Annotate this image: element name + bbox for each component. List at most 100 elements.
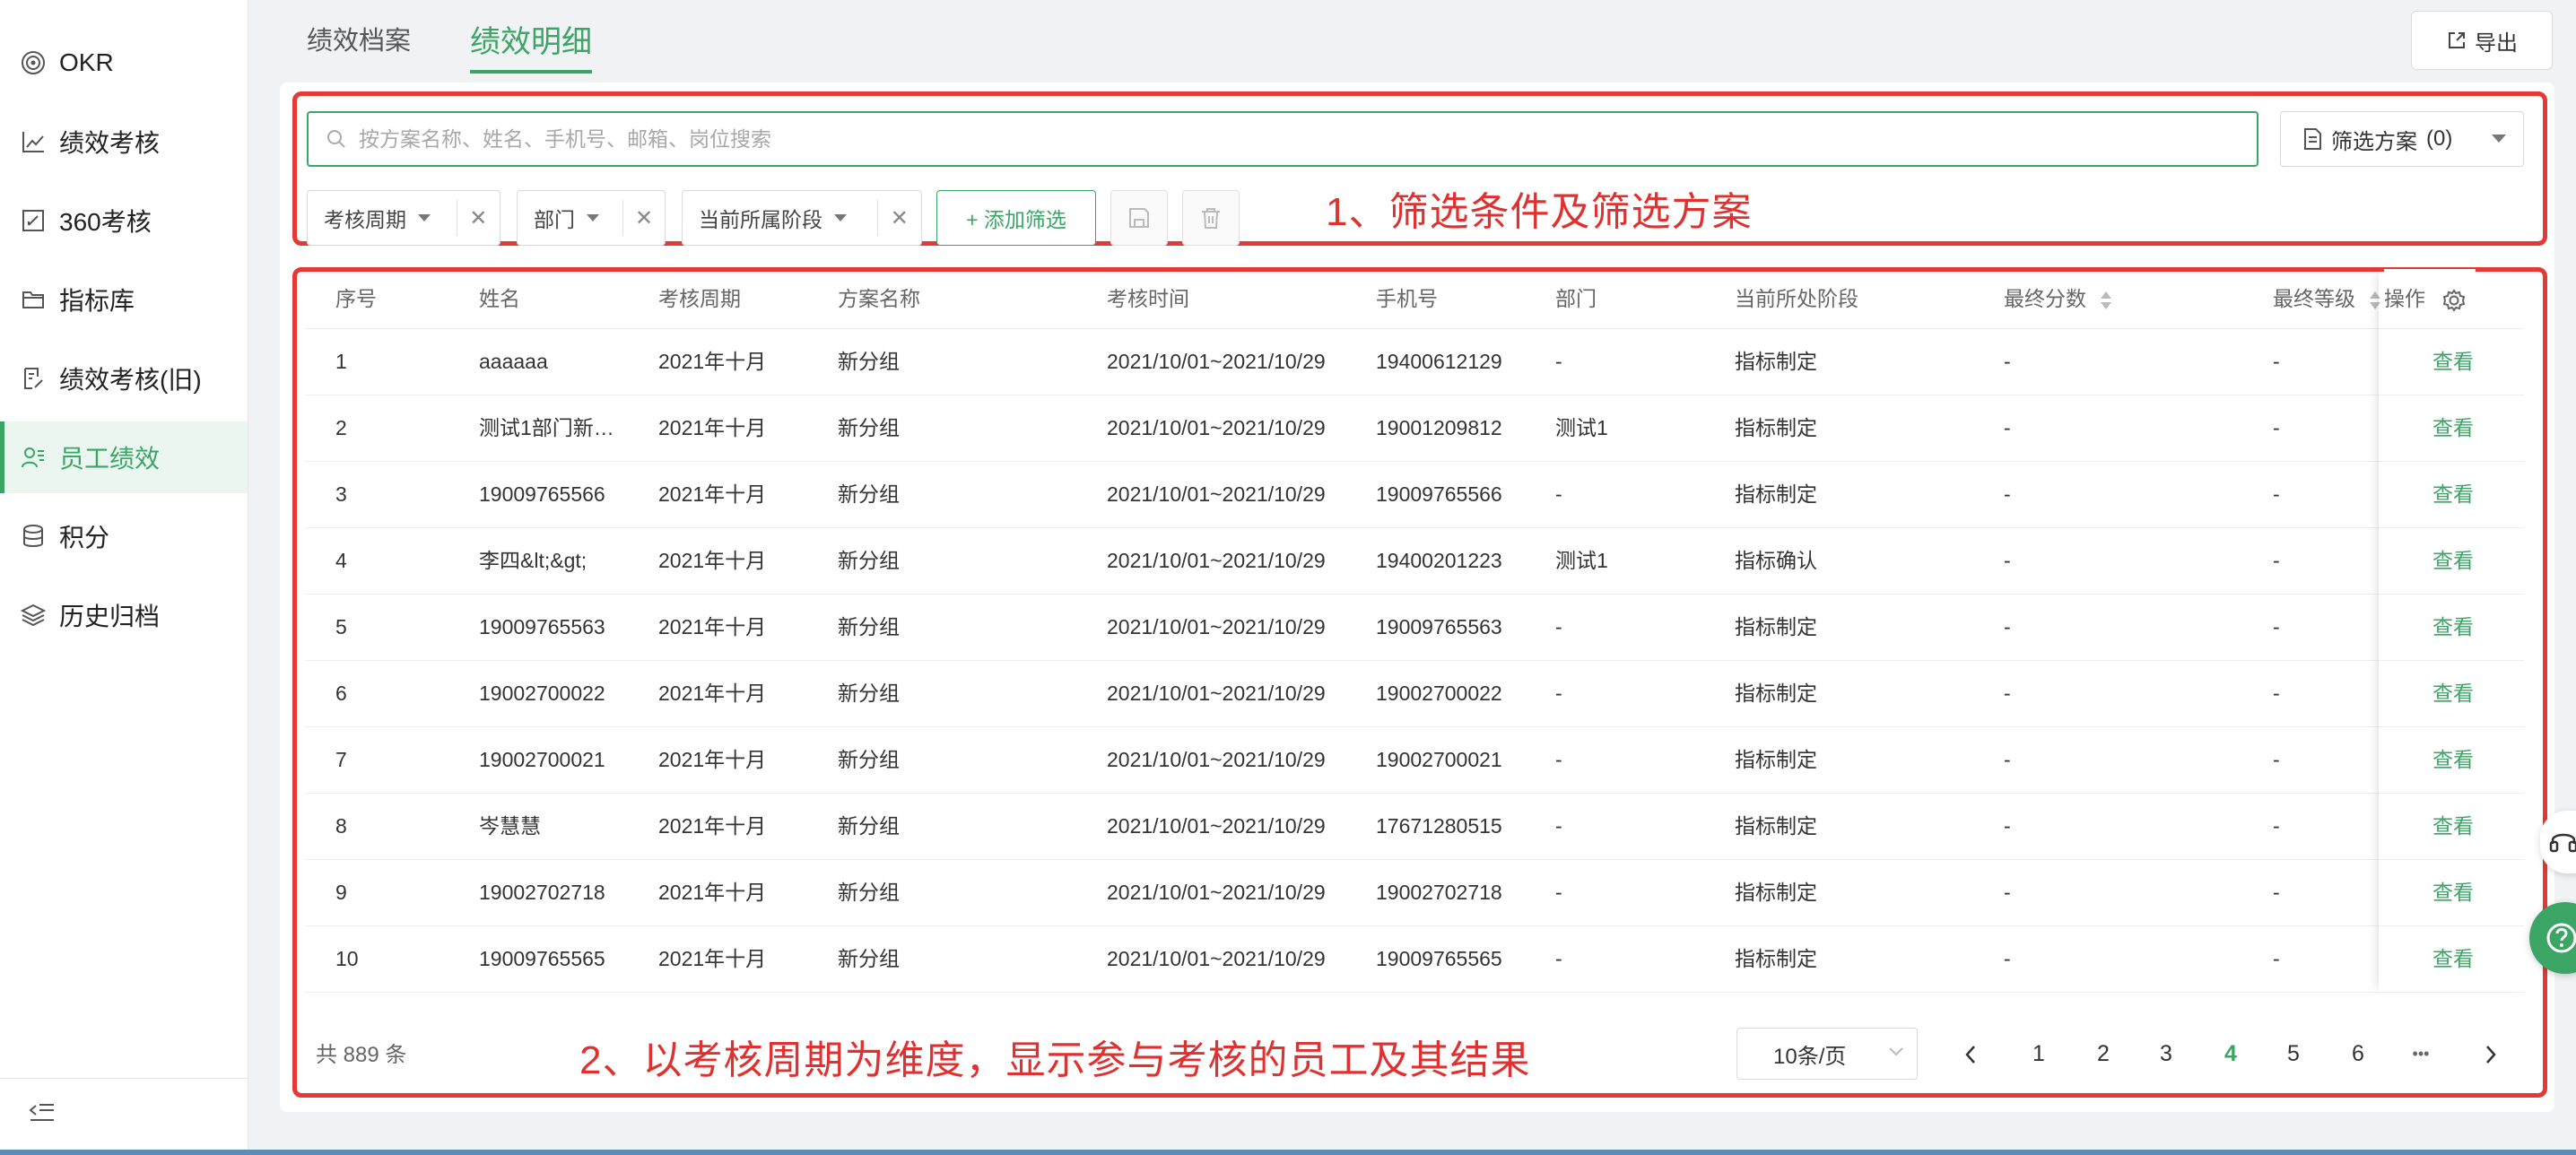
annotation-note-table: 2、以考核周期为维度，显示参与考核的员工及其结果 xyxy=(579,1038,1531,1082)
next-page-button[interactable] xyxy=(2467,1029,2515,1078)
filter-chip-stage: 当前所属阶段 ✕ xyxy=(682,190,922,246)
sidebar-item-points[interactable]: 积分 xyxy=(0,500,248,572)
cell-plan: 新分组 xyxy=(838,881,900,904)
cell-plan: 新分组 xyxy=(838,350,900,373)
remove-filter-button[interactable]: ✕ xyxy=(623,205,665,231)
search-input[interactable] xyxy=(357,126,2154,152)
cell-phone: 19001209812 xyxy=(1376,416,1502,439)
page-5-button[interactable]: 5 xyxy=(2269,1029,2318,1078)
view-link[interactable]: 查看 xyxy=(2432,859,2504,925)
remove-filter-button[interactable]: ✕ xyxy=(878,205,921,231)
export-button[interactable]: 导出 xyxy=(2411,11,2553,70)
cell-dept: - xyxy=(1555,814,1562,838)
annotation-note-filters: 1、筛选条件及筛选方案 xyxy=(1326,190,1753,234)
cell-cycle: 2021年十月 xyxy=(658,482,767,506)
page-6-button[interactable]: 6 xyxy=(2334,1029,2382,1078)
cell-score: - xyxy=(2004,350,2011,373)
view-link[interactable]: 查看 xyxy=(2432,395,2504,461)
sidebar-item-employee-performance[interactable]: 员工绩效 xyxy=(0,421,248,493)
cell-dept: 测试1 xyxy=(1555,416,1608,439)
view-link[interactable]: 查看 xyxy=(2432,328,2504,395)
column-header-score[interactable]: 最终分数 xyxy=(2004,269,2113,328)
cell-time: 2021/10/01~2021/10/29 xyxy=(1107,549,1326,572)
table-row: 7 19002700021 2021年十月 新分组 2021/10/01~2021/10… xyxy=(305,726,2524,794)
view-link[interactable]: 查看 xyxy=(2432,925,2504,992)
page-1-button[interactable]: 1 xyxy=(2015,1029,2063,1078)
tab-performance-archive[interactable]: 绩效档案 xyxy=(307,20,411,74)
cell-phone: 19002700022 xyxy=(1376,682,1502,705)
sort-icon xyxy=(2101,291,2112,309)
column-header-grade[interactable]: 最终等级 xyxy=(2273,269,2382,328)
cell-grade: - xyxy=(2273,947,2280,970)
view-link[interactable]: 查看 xyxy=(2432,726,2504,793)
cell-stage: 指标制定 xyxy=(1735,682,1817,705)
view-link[interactable]: 查看 xyxy=(2432,793,2504,859)
sidebar-item-performance[interactable]: 绩效考核 xyxy=(0,106,248,178)
cell-phone: 19400201223 xyxy=(1376,549,1502,572)
column-header-label: 最终等级 xyxy=(2273,287,2355,310)
page-size-select[interactable]: 10条/页 xyxy=(1736,1028,1918,1080)
view-link[interactable]: 查看 xyxy=(2432,461,2504,527)
page-3-button[interactable]: 3 xyxy=(2142,1029,2190,1078)
cell-score: - xyxy=(2004,682,2011,705)
delete-filter-button[interactable] xyxy=(1182,190,1240,246)
sidebar-item-360[interactable]: 360考核 xyxy=(0,185,248,256)
filter-chip-dropdown[interactable]: 考核周期 xyxy=(308,191,457,245)
cell-plan: 新分组 xyxy=(838,947,900,970)
page-2-button[interactable]: 2 xyxy=(2079,1029,2128,1078)
document-icon xyxy=(2304,128,2321,150)
cell-stage: 指标制定 xyxy=(1735,350,1817,373)
add-filter-button[interactable]: + 添加筛选 xyxy=(936,190,1096,246)
collapse-menu-icon[interactable] xyxy=(27,1102,57,1132)
cell-cycle: 2021年十月 xyxy=(658,881,767,904)
caret-down-icon xyxy=(834,214,847,221)
remove-filter-button[interactable]: ✕ xyxy=(457,205,500,231)
prev-page-button[interactable] xyxy=(1946,1029,1995,1078)
filter-chip-dropdown[interactable]: 部门 xyxy=(518,191,622,245)
table-row: 3 19009765566 2021年十月 新分组 2021/10/01~2021/10… xyxy=(305,461,2524,528)
cell-dept: 测试1 xyxy=(1555,549,1608,572)
gear-icon[interactable] xyxy=(2441,288,2467,313)
cell-time: 2021/10/01~2021/10/29 xyxy=(1107,682,1326,705)
view-link[interactable]: 查看 xyxy=(2432,660,2504,726)
table-row: 5 19009765563 2021年十月 新分组 2021/10/01~2021/10… xyxy=(305,594,2524,661)
sidebar-footer xyxy=(0,1078,248,1155)
column-header-plan: 方案名称 xyxy=(838,287,920,310)
sidebar-item-performance-old[interactable]: 绩效考核(旧) xyxy=(0,343,248,414)
sidebar-item-okr[interactable]: OKR xyxy=(0,27,248,99)
cell-name: 19009765566 xyxy=(479,482,605,506)
save-filter-button[interactable] xyxy=(1110,190,1168,246)
cell-plan: 新分组 xyxy=(838,416,900,439)
chevron-right-icon xyxy=(2486,1046,2496,1064)
chevron-down-icon xyxy=(1889,1047,1903,1056)
cell-phone: 19002702718 xyxy=(1376,881,1502,904)
sidebar-item-history-archive[interactable]: 历史归档 xyxy=(0,579,248,651)
cell-dept: - xyxy=(1555,748,1562,771)
cell-stage: 指标制定 xyxy=(1735,814,1817,838)
cell-stage: 指标制定 xyxy=(1735,416,1817,439)
view-link[interactable]: 查看 xyxy=(2432,527,2504,594)
cell-seq: 9 xyxy=(335,881,347,904)
filter-chip-label: 考核周期 xyxy=(324,208,406,231)
cell-score: - xyxy=(2004,881,2011,904)
cell-grade: - xyxy=(2273,615,2280,638)
sidebar-item-indicator-library[interactable]: 指标库 xyxy=(0,264,248,335)
document-edit-icon xyxy=(20,365,47,392)
column-header-cycle: 考核周期 xyxy=(658,287,741,310)
column-header-seq: 序号 xyxy=(335,287,377,310)
column-header-label: 最终分数 xyxy=(2004,287,2086,310)
view-link[interactable]: 查看 xyxy=(2432,594,2504,660)
page-4-button[interactable]: 4 xyxy=(2206,1029,2255,1078)
sidebar-item-label: 积分 xyxy=(59,524,110,551)
caret-down-icon xyxy=(2492,135,2506,143)
tab-performance-detail[interactable]: 绩效明细 xyxy=(470,17,593,74)
cell-time: 2021/10/01~2021/10/29 xyxy=(1107,615,1326,638)
cell-cycle: 2021年十月 xyxy=(658,682,767,705)
page-ellipsis-button[interactable]: ••• xyxy=(2397,1029,2445,1078)
cell-stage: 指标制定 xyxy=(1735,482,1817,506)
cell-plan: 新分组 xyxy=(838,748,900,771)
help-icon xyxy=(2546,923,2576,953)
filter-chip-dropdown[interactable]: 当前所属阶段 xyxy=(683,191,877,245)
filter-scheme-dropdown[interactable]: 筛选方案 (0) xyxy=(2280,111,2524,167)
table-row: 9 19002702718 2021年十月 新分组 2021/10/01~2021/10… xyxy=(305,859,2524,926)
